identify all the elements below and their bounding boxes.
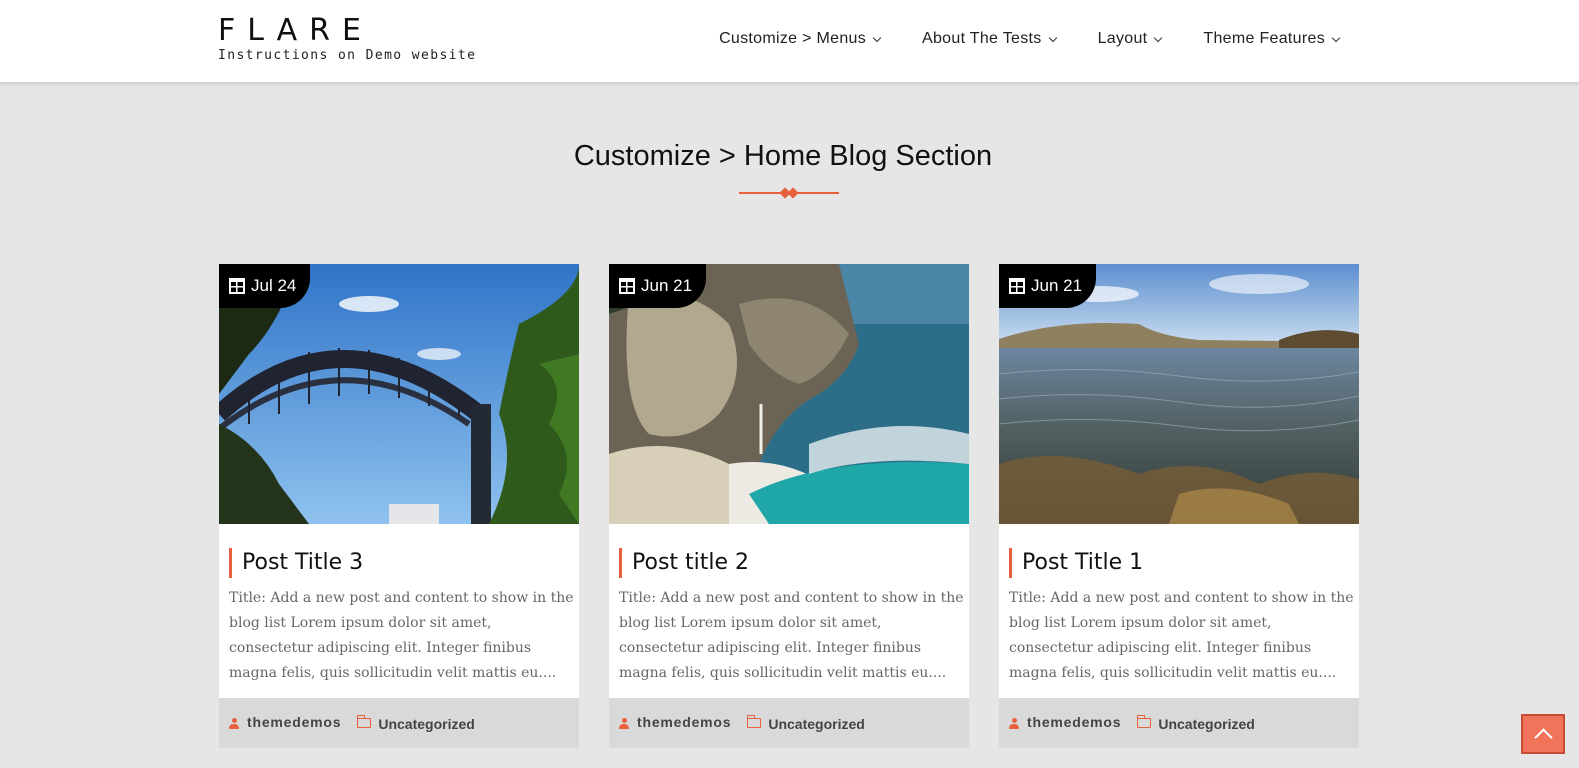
post-author[interactable]: themedemos	[1027, 714, 1121, 730]
post-title[interactable]: Post Title 1	[1009, 548, 1143, 578]
post-author[interactable]: themedemos	[637, 714, 731, 730]
nav-item-label: Customize > Menus	[719, 30, 867, 47]
chevron-down-icon	[1048, 33, 1057, 42]
nav-item-about-the-tests[interactable]: About The Tests	[922, 28, 1057, 50]
calendar-icon	[619, 278, 635, 294]
post-excerpt: Title: Add a new post and content to sho…	[1009, 590, 1354, 681]
post-title[interactable]: Post title 2	[619, 548, 749, 578]
chevron-down-icon	[872, 33, 882, 42]
post-meta: themedemos Uncategorized	[219, 698, 579, 748]
nav-item-customize-menus[interactable]: Customize > Menus	[719, 28, 882, 50]
user-icon	[619, 717, 629, 729]
post-card: Jul 24 Post Title 3 Title: Add a new pos…	[219, 264, 579, 748]
nav-item-label: Layout	[1097, 30, 1148, 47]
post-date-badge: Jun 21	[609, 264, 707, 308]
main-nav: Customize > Menus About The Tests Layout…	[719, 28, 1341, 50]
post-title[interactable]: Post Title 3	[229, 548, 363, 578]
post-date: Jul 24	[251, 276, 297, 295]
folder-open-icon	[1136, 715, 1152, 728]
site-title[interactable]: FLARE	[218, 14, 476, 48]
chevron-down-icon	[1331, 33, 1341, 42]
scroll-to-top-button[interactable]	[1521, 714, 1565, 754]
post-meta: themedemos Uncategorized	[999, 698, 1359, 748]
post-date: Jun 21	[1031, 276, 1083, 295]
site-logo[interactable]: FLARE Instructions on Demo website	[218, 14, 476, 64]
post-thumbnail[interactable]: Jun 21	[609, 264, 969, 524]
section-title: Customize > Home Blog Section	[573, 140, 993, 172]
calendar-icon	[229, 278, 245, 294]
post-author[interactable]: themedemos	[247, 714, 341, 730]
calendar-icon	[1009, 278, 1025, 294]
user-icon	[229, 717, 239, 729]
post-date-badge: Jun 21	[999, 264, 1097, 308]
post-card: Jun 21 Post title 2 Title: Add a new pos…	[609, 264, 969, 748]
post-category[interactable]: Uncategorized	[378, 716, 474, 732]
divider-diamond	[787, 187, 799, 199]
folder-open-icon	[356, 715, 372, 728]
post-date-badge: Jul 24	[219, 264, 311, 308]
folder-open-icon	[746, 715, 762, 728]
post-excerpt: Title: Add a new post and content to sho…	[619, 590, 964, 681]
nav-item-label: About The Tests	[922, 30, 1042, 47]
site-header: FLARE Instructions on Demo website Custo…	[0, 0, 1579, 83]
post-thumbnail[interactable]: Jul 24	[219, 264, 579, 524]
post-card: Jun 21 Post Title 1 Title: Add a new pos…	[999, 264, 1359, 748]
chevron-down-icon	[1154, 33, 1163, 42]
post-thumbnail[interactable]: Jun 21	[999, 264, 1359, 524]
post-excerpt: Title: Add a new post and content to sho…	[229, 590, 574, 681]
post-category[interactable]: Uncategorized	[768, 716, 864, 732]
nav-item-theme-features[interactable]: Theme Features	[1203, 28, 1341, 50]
post-category[interactable]: Uncategorized	[1158, 716, 1254, 732]
user-icon	[1009, 717, 1019, 729]
nav-item-layout[interactable]: Layout	[1097, 28, 1163, 50]
chevron-up-icon	[1533, 728, 1553, 747]
site-tagline: Instructions on Demo website	[218, 48, 477, 63]
nav-item-label: Theme Features	[1203, 30, 1325, 47]
post-date: Jun 21	[641, 276, 693, 295]
section-divider	[739, 187, 839, 199]
post-meta: themedemos Uncategorized	[609, 698, 969, 748]
